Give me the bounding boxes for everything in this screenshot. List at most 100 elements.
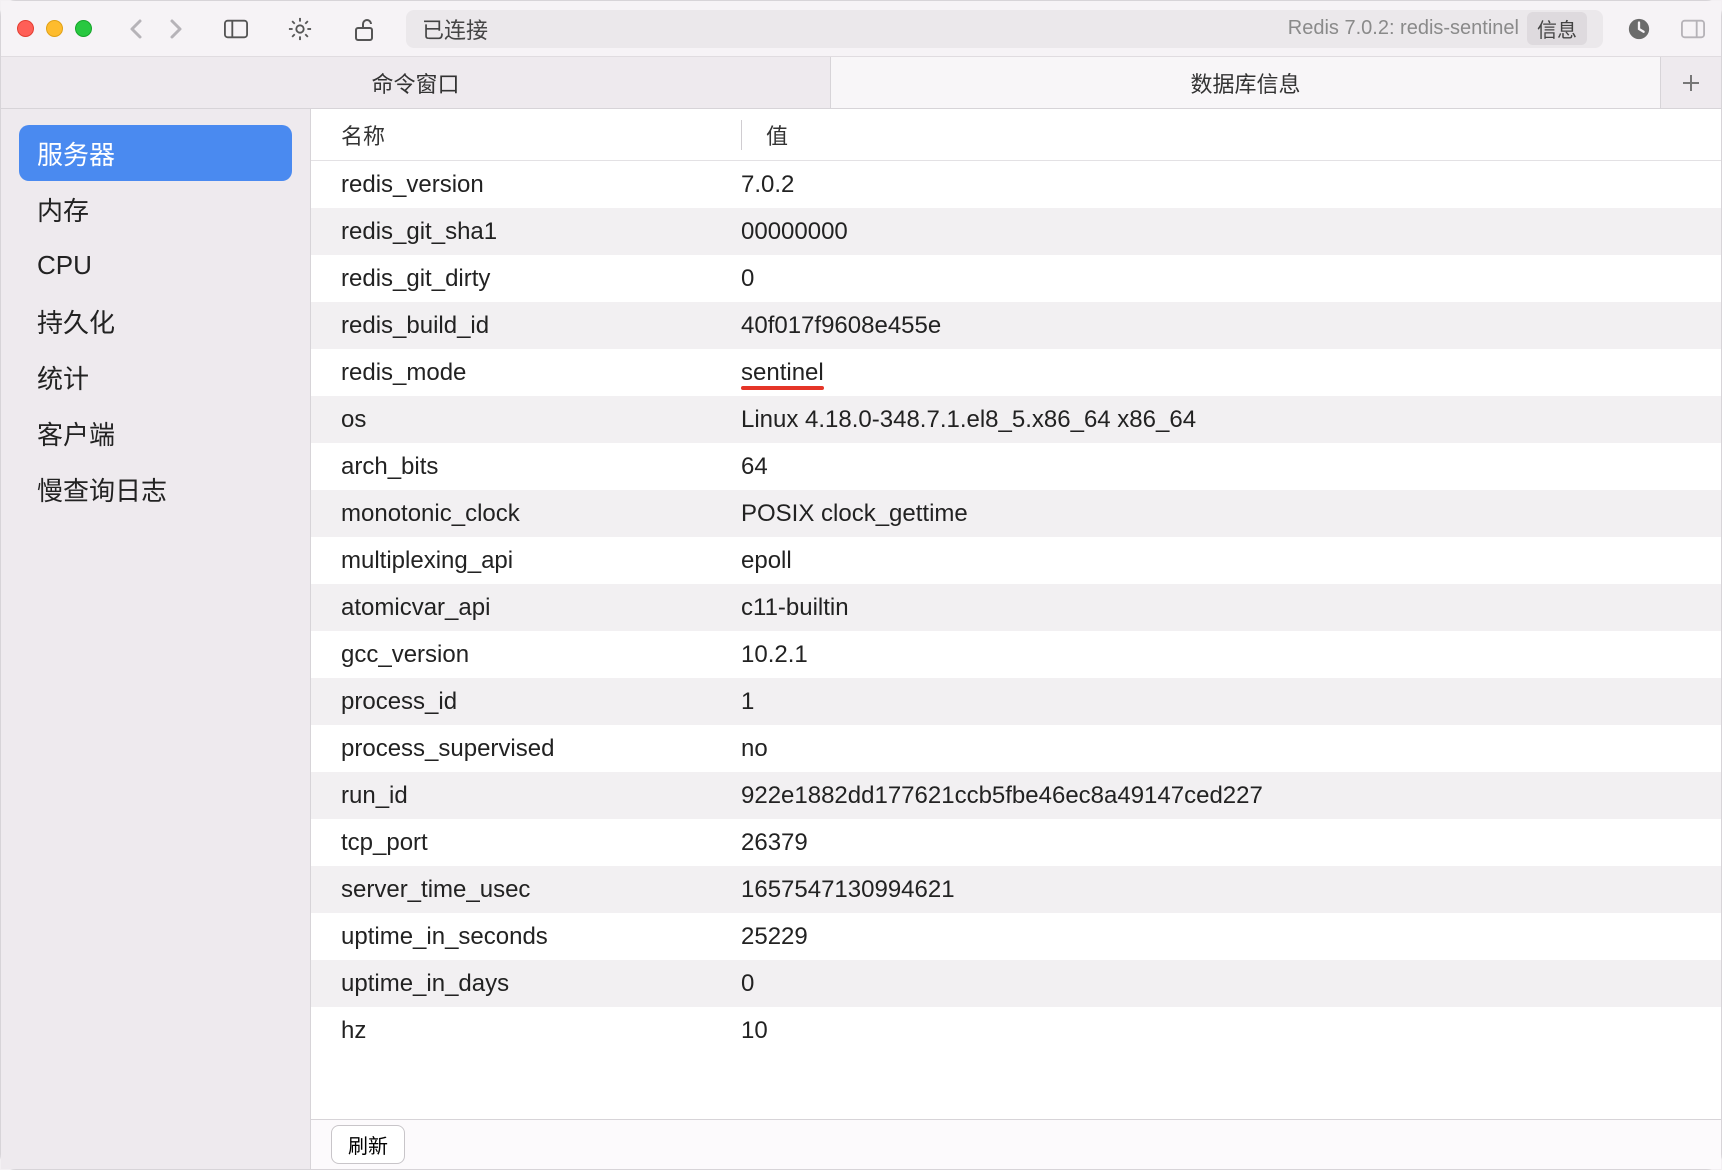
toolbar-icons <box>224 17 376 41</box>
header-value: 值 <box>766 119 788 151</box>
cell-name: tcp_port <box>341 829 741 857</box>
cell-value: 26379 <box>741 829 1721 857</box>
table-row[interactable]: uptime_in_seconds25229 <box>311 913 1721 960</box>
cell-name: arch_bits <box>341 453 741 481</box>
tab-database-info[interactable]: 数据库信息 <box>831 57 1661 108</box>
table-row[interactable]: hz10 <box>311 1007 1721 1054</box>
table-row[interactable]: uptime_in_days0 <box>311 960 1721 1007</box>
table-row[interactable]: gcc_version10.2.1 <box>311 631 1721 678</box>
cell-name: run_id <box>341 782 741 810</box>
forward-button[interactable] <box>168 17 184 41</box>
table-body[interactable]: redis_version7.0.2redis_git_sha100000000… <box>311 161 1721 1119</box>
table-row[interactable]: process_id1 <box>311 678 1721 725</box>
cell-value: 7.0.2 <box>741 171 1721 199</box>
cell-value: 25229 <box>741 923 1721 951</box>
table-row[interactable]: redis_build_id40f017f9608e455e <box>311 302 1721 349</box>
maximize-window-button[interactable] <box>75 20 92 37</box>
sidebar-item-label: 内存 <box>37 191 89 228</box>
tabs-row: 命令窗口 数据库信息 <box>1 57 1721 109</box>
sidebar-item-6[interactable]: 慢查询日志 <box>19 461 292 517</box>
cell-name: redis_git_sha1 <box>341 218 741 246</box>
cell-value: 10.2.1 <box>741 641 1721 669</box>
cell-value: 64 <box>741 453 1721 481</box>
clock-icon[interactable] <box>1627 17 1651 41</box>
cell-name: uptime_in_days <box>341 970 741 998</box>
back-button[interactable] <box>128 17 144 41</box>
table-row[interactable]: atomicvar_apic11-builtin <box>311 584 1721 631</box>
cell-name: os <box>341 406 741 434</box>
cell-name: server_time_usec <box>341 876 741 904</box>
cell-name: redis_build_id <box>341 312 741 340</box>
nav-arrows <box>128 17 184 41</box>
cell-value: 1657547130994621 <box>741 876 1721 904</box>
cell-value: sentinel <box>741 359 1721 387</box>
cell-value: 922e1882dd177621ccb5fbe46ec8a49147ced227 <box>741 782 1721 810</box>
table-row[interactable]: redis_git_dirty0 <box>311 255 1721 302</box>
gear-icon[interactable] <box>288 17 312 41</box>
table-row[interactable]: monotonic_clockPOSIX clock_gettime <box>311 490 1721 537</box>
table-row[interactable]: tcp_port26379 <box>311 819 1721 866</box>
tab-label: 命令窗口 <box>371 67 459 99</box>
cell-value: epoll <box>741 547 1721 575</box>
status-bar: 已连接 Redis 7.0.2: redis-sentinel 信息 <box>406 10 1603 48</box>
cell-value: 40f017f9608e455e <box>741 312 1721 340</box>
cell-value: Linux 4.18.0-348.7.1.el8_5.x86_64 x86_64 <box>741 406 1721 434</box>
cell-name: process_supervised <box>341 735 741 763</box>
table-row[interactable]: multiplexing_apiepoll <box>311 537 1721 584</box>
content: 名称 值 redis_version7.0.2redis_git_sha1000… <box>311 109 1721 1169</box>
connection-name: Redis 7.0.2: redis-sentinel <box>1288 17 1519 40</box>
panel-toggle-icon[interactable] <box>1681 17 1705 41</box>
cell-name: multiplexing_api <box>341 547 741 575</box>
sidebar-item-1[interactable]: 内存 <box>19 181 292 237</box>
cell-value: c11-builtin <box>741 594 1721 622</box>
sidebar-item-label: 统计 <box>37 359 89 396</box>
window-controls <box>17 20 92 37</box>
cell-name: hz <box>341 1017 741 1045</box>
main-area: 服务器内存 CPU 持久化统计客户端慢查询日志 名称 值 redis_version… <box>1 109 1721 1169</box>
table-row[interactable]: server_time_usec1657547130994621 <box>311 866 1721 913</box>
sidebar-item-label: 持久化 <box>37 303 115 340</box>
table-row[interactable]: redis_version7.0.2 <box>311 161 1721 208</box>
lock-open-icon[interactable] <box>352 17 376 41</box>
highlight-underline <box>741 386 824 390</box>
cell-value: 0 <box>741 265 1721 293</box>
table-row[interactable]: run_id922e1882dd177621ccb5fbe46ec8a49147… <box>311 772 1721 819</box>
header-name: 名称 <box>341 119 741 151</box>
cell-name: redis_git_dirty <box>341 265 741 293</box>
cell-value: 0 <box>741 970 1721 998</box>
cell-value: no <box>741 735 1721 763</box>
add-tab-button[interactable] <box>1661 57 1721 108</box>
table-row[interactable]: process_supervisedno <box>311 725 1721 772</box>
sidebar-item-5[interactable]: 客户端 <box>19 405 292 461</box>
refresh-button[interactable]: 刷新 <box>331 1125 405 1164</box>
sidebar-item-3[interactable]: 持久化 <box>19 293 292 349</box>
connection-status: 已连接 <box>422 13 488 45</box>
sidebar-item-label: 慢查询日志 <box>37 471 167 508</box>
cell-value: 10 <box>741 1017 1721 1045</box>
cell-name: redis_version <box>341 171 741 199</box>
cell-name: uptime_in_seconds <box>341 923 741 951</box>
table-header: 名称 值 <box>311 109 1721 161</box>
cell-value: 00000000 <box>741 218 1721 246</box>
sidebar-item-4[interactable]: 统计 <box>19 349 292 405</box>
table-row[interactable]: redis_git_sha100000000 <box>311 208 1721 255</box>
titlebar: 已连接 Redis 7.0.2: redis-sentinel 信息 <box>1 1 1721 57</box>
right-toolbar <box>1627 17 1705 41</box>
minimize-window-button[interactable] <box>46 20 63 37</box>
cell-name: monotonic_clock <box>341 500 741 528</box>
info-badge[interactable]: 信息 <box>1527 12 1587 45</box>
table-row[interactable]: redis_modesentinel <box>311 349 1721 396</box>
cell-value: 1 <box>741 688 1721 716</box>
cell-name: process_id <box>341 688 741 716</box>
cell-name: redis_mode <box>341 359 741 387</box>
sidebar-toggle-icon[interactable] <box>224 17 248 41</box>
header-divider <box>741 120 742 150</box>
tab-command-window[interactable]: 命令窗口 <box>1 57 831 108</box>
sidebar-item-label: 服务器 <box>37 135 115 172</box>
sidebar-item-0[interactable]: 服务器 <box>19 125 292 181</box>
table-row[interactable]: arch_bits64 <box>311 443 1721 490</box>
close-window-button[interactable] <box>17 20 34 37</box>
sidebar-item-2[interactable]: CPU <box>19 237 292 293</box>
cell-name: gcc_version <box>341 641 741 669</box>
table-row[interactable]: osLinux 4.18.0-348.7.1.el8_5.x86_64 x86_… <box>311 396 1721 443</box>
